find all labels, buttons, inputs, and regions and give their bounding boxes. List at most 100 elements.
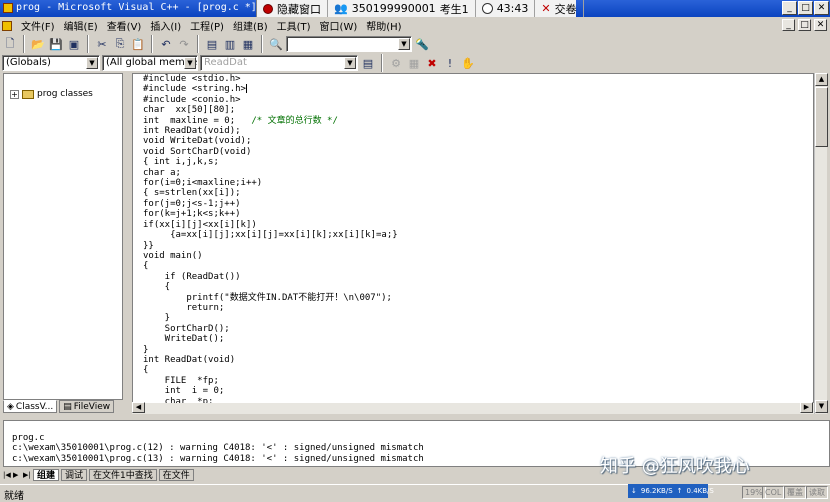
code-line[interactable]: {: [143, 282, 398, 292]
vertical-scrollbar[interactable]: ▲ ▼: [814, 73, 828, 414]
menu-file[interactable]: 文件(F): [17, 18, 59, 33]
code-line[interactable]: { int i,j,k,s;: [143, 157, 398, 167]
expand-icon[interactable]: +: [10, 89, 19, 99]
scroll-up-icon[interactable]: ▲: [815, 73, 828, 86]
code-line[interactable]: printf("数据文件IN.DAT不能打开！\n\007");: [143, 293, 398, 303]
menu-view[interactable]: 查看(V): [103, 18, 146, 33]
close-button[interactable]: ✕: [814, 1, 829, 15]
scroll-right-icon[interactable]: ▶: [800, 402, 813, 413]
new-file-icon[interactable]: 🗋: [2, 37, 18, 51]
compile-icon[interactable]: ⚙: [388, 56, 404, 70]
code-line[interactable]: if (ReadDat()): [143, 272, 398, 282]
workspace-icon[interactable]: ▤: [204, 37, 220, 51]
code-line[interactable]: int i = 0;: [143, 386, 398, 396]
classview-icon: ◈: [7, 401, 14, 412]
code-line[interactable]: #include <stdio.h>: [143, 74, 398, 84]
window-list-icon[interactable]: ▦: [240, 37, 256, 51]
build-icon[interactable]: ▦: [406, 56, 422, 70]
code-line[interactable]: void WriteDat(void);: [143, 136, 398, 146]
tab-fileview[interactable]: ▤ FileView: [59, 400, 115, 413]
tab-prev-icon[interactable]: ▶: [13, 471, 21, 479]
scroll-left-icon[interactable]: ◀: [132, 402, 145, 413]
tab-find-in-files-1[interactable]: 在文件1中查找: [89, 468, 157, 481]
code-line[interactable]: int maxline = 0; /* 文章的总行数 */: [143, 116, 398, 126]
menu-edit[interactable]: 编辑(E): [60, 18, 102, 33]
mdi-minimize-button[interactable]: _: [782, 19, 795, 31]
tree-item-prog-classes[interactable]: + prog classes: [10, 89, 93, 99]
scope-combo[interactable]: (Globals) ▼: [2, 55, 100, 71]
minimize-button[interactable]: _: [782, 1, 797, 15]
code-line[interactable]: void main(): [143, 251, 398, 261]
stop-build-icon[interactable]: ✖: [424, 56, 440, 70]
menu-window[interactable]: 窗口(W): [316, 18, 362, 33]
submit-paper-button[interactable]: ✕ 交卷: [535, 0, 584, 17]
scroll-down-icon[interactable]: ▼: [815, 400, 828, 413]
paste-icon[interactable]: 📋: [130, 37, 146, 51]
code-line[interactable]: for(j=0;j<s-1;j++): [143, 199, 398, 209]
code-line[interactable]: return;: [143, 303, 398, 313]
menu-project[interactable]: 工程(P): [186, 18, 228, 33]
chevron-down-icon[interactable]: ▼: [344, 57, 356, 69]
output-line[interactable]: c:\wexam\35010001\prog.c(12) : warning C…: [12, 443, 424, 453]
scroll-thumb[interactable]: [815, 87, 828, 147]
code-line[interactable]: char xx[50][80];: [143, 105, 398, 115]
code-line[interactable]: WriteDat();: [143, 334, 398, 344]
find-icon[interactable]: 🔦: [414, 37, 430, 51]
code-line[interactable]: for(i=0;i<maxline;i++): [143, 178, 398, 188]
save-icon[interactable]: 💾: [48, 37, 64, 51]
code-line[interactable]: void SortCharD(void): [143, 147, 398, 157]
mdi-restore-button[interactable]: □: [798, 19, 811, 31]
code-line[interactable]: }: [143, 345, 398, 355]
copy-icon[interactable]: ⎘: [112, 37, 128, 51]
cut-icon[interactable]: ✂: [94, 37, 110, 51]
code-line[interactable]: int ReadDat(void);: [143, 126, 398, 136]
code-line[interactable]: { s=strlen(xx[i]);: [143, 188, 398, 198]
execute-icon[interactable]: !: [442, 56, 458, 70]
hide-window-button[interactable]: 隐藏窗口: [257, 0, 328, 17]
code-line[interactable]: FILE *fp;: [143, 376, 398, 386]
code-line[interactable]: }: [143, 313, 398, 323]
undo-icon[interactable]: ↶: [158, 37, 174, 51]
function-combo[interactable]: ReadDat ▼: [200, 55, 358, 71]
code-line[interactable]: if(xx[i][j]<xx[i][k]): [143, 220, 398, 230]
code-line[interactable]: }}: [143, 241, 398, 251]
code-editor[interactable]: #include <stdio.h> #include <string.h> #in…: [132, 73, 814, 414]
code-line[interactable]: {a=xx[i][j];xx[i][j]=xx[i][k];xx[i][k]=a…: [143, 230, 398, 240]
save-all-icon[interactable]: ▣: [66, 37, 82, 51]
tab-find-in-files-2[interactable]: 在文件: [158, 468, 194, 481]
menu-tools[interactable]: 工具(T): [273, 18, 315, 33]
code-line[interactable]: {: [143, 365, 398, 375]
find-combo[interactable]: ▼: [286, 36, 412, 52]
redo-icon[interactable]: ↷: [176, 37, 192, 51]
tab-classview[interactable]: ◈ ClassV...: [3, 400, 58, 413]
tab-first-icon[interactable]: |◀: [3, 471, 11, 479]
output-line[interactable]: c:\wexam\35010001\prog.c(13) : warning C…: [12, 454, 424, 464]
members-combo[interactable]: (All global members ▼: [102, 55, 198, 71]
breakpoint-icon[interactable]: ✋: [460, 56, 476, 70]
code-text[interactable]: #include <stdio.h> #include <string.h> #in…: [143, 74, 398, 407]
chevron-down-icon[interactable]: ▼: [86, 57, 98, 69]
tab-debug[interactable]: 调试: [61, 468, 88, 481]
maximize-button[interactable]: □: [798, 1, 813, 15]
code-line[interactable]: SortCharD();: [143, 324, 398, 334]
code-line[interactable]: int ReadDat(void): [143, 355, 398, 365]
code-line[interactable]: {: [143, 261, 398, 271]
menu-insert[interactable]: 插入(I): [146, 18, 185, 33]
submit-paper-label: 交卷: [554, 2, 577, 16]
output-window-icon[interactable]: ▥: [222, 37, 238, 51]
open-folder-icon[interactable]: 📂: [30, 37, 46, 51]
code-line[interactable]: #include <conio.h>: [143, 95, 398, 105]
code-line[interactable]: #include <string.h>: [143, 84, 398, 94]
menu-help[interactable]: 帮助(H): [362, 18, 405, 33]
code-line[interactable]: for(k=j+1;k<s;k++): [143, 209, 398, 219]
wizard-action-icon[interactable]: ▤: [360, 56, 376, 70]
menu-build[interactable]: 组建(B): [229, 18, 272, 33]
chevron-down-icon[interactable]: ▼: [398, 38, 410, 50]
chevron-down-icon[interactable]: ▼: [184, 57, 196, 69]
find-in-files-icon[interactable]: 🔍: [268, 37, 284, 51]
code-line[interactable]: char a;: [143, 168, 398, 178]
mdi-close-button[interactable]: ✕: [814, 19, 827, 31]
tab-build[interactable]: 组建: [33, 468, 60, 481]
horizontal-scrollbar[interactable]: ◀ ▶: [132, 402, 814, 414]
tab-next-icon[interactable]: ▶|: [23, 471, 31, 479]
